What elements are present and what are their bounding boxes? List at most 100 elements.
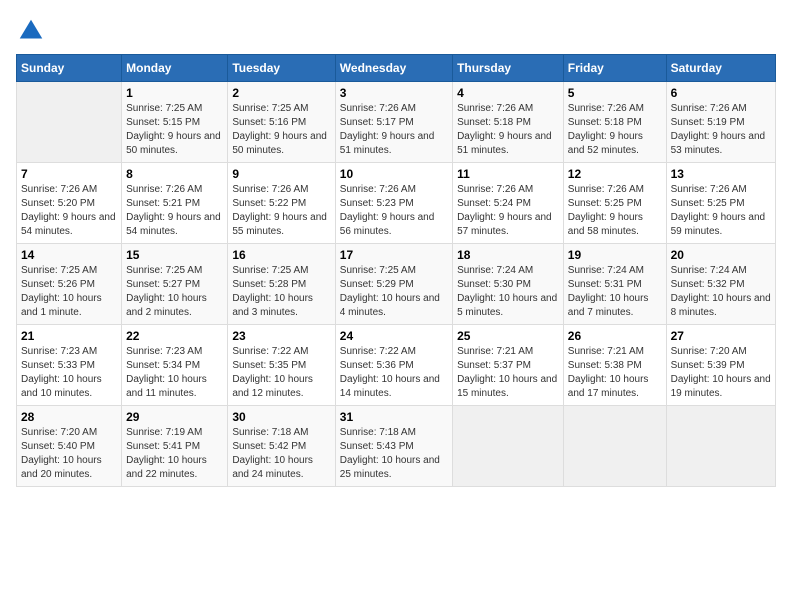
column-header-thursday: Thursday <box>453 55 564 82</box>
day-info: Sunrise: 7:26 AMSunset: 5:18 PMDaylight:… <box>568 103 644 156</box>
day-info: Sunrise: 7:26 AMSunset: 5:21 PMDaylight:… <box>126 184 221 237</box>
day-number: 18 <box>457 248 559 262</box>
day-info: Sunrise: 7:18 AMSunset: 5:42 PMDaylight:… <box>232 427 313 480</box>
column-header-saturday: Saturday <box>666 55 775 82</box>
day-number: 23 <box>232 329 330 343</box>
day-info: Sunrise: 7:25 AMSunset: 5:26 PMDaylight:… <box>21 265 102 318</box>
day-number: 19 <box>568 248 662 262</box>
day-cell: 29 Sunrise: 7:19 AMSunset: 5:41 PMDayligh… <box>122 406 228 487</box>
day-number: 22 <box>126 329 223 343</box>
day-number: 27 <box>671 329 771 343</box>
day-info: Sunrise: 7:24 AMSunset: 5:30 PMDaylight:… <box>457 265 557 318</box>
day-info: Sunrise: 7:25 AMSunset: 5:28 PMDaylight:… <box>232 265 313 318</box>
day-cell: 28 Sunrise: 7:20 AMSunset: 5:40 PMDayligh… <box>17 406 122 487</box>
day-cell: 17Sunrise: 7:25 AMSunset: 5:29 PMDayligh… <box>335 244 452 325</box>
day-cell: 22 Sunrise: 7:23 AMSunset: 5:34 PMDayligh… <box>122 325 228 406</box>
day-number: 6 <box>671 86 771 100</box>
day-cell: 30 Sunrise: 7:18 AMSunset: 5:42 PMDayligh… <box>228 406 335 487</box>
day-cell: 13 Sunrise: 7:26 AMSunset: 5:25 PMDayligh… <box>666 163 775 244</box>
day-info: Sunrise: 7:25 AMSunset: 5:15 PMDaylight:… <box>126 103 221 156</box>
column-header-sunday: Sunday <box>17 55 122 82</box>
day-info: Sunrise: 7:26 AMSunset: 5:25 PMDaylight:… <box>568 184 644 237</box>
page-header <box>16 16 776 46</box>
day-number: 11 <box>457 167 559 181</box>
day-number: 30 <box>232 410 330 424</box>
day-cell <box>17 82 122 163</box>
day-cell: 11Sunrise: 7:26 AMSunset: 5:24 PMDayligh… <box>453 163 564 244</box>
day-cell: 26 Sunrise: 7:21 AMSunset: 5:38 PMDayligh… <box>563 325 666 406</box>
day-cell: 12 Sunrise: 7:26 AMSunset: 5:25 PMDayligh… <box>563 163 666 244</box>
day-info: Sunrise: 7:23 AMSunset: 5:33 PMDaylight:… <box>21 346 102 399</box>
day-cell: 15 Sunrise: 7:25 AMSunset: 5:27 PMDayligh… <box>122 244 228 325</box>
day-cell: 18 Sunrise: 7:24 AMSunset: 5:30 PMDayligh… <box>453 244 564 325</box>
day-info: Sunrise: 7:26 AMSunset: 5:23 PMDaylight:… <box>340 184 435 237</box>
day-number: 2 <box>232 86 330 100</box>
day-info: Sunrise: 7:19 AMSunset: 5:41 PMDaylight:… <box>126 427 207 480</box>
logo <box>16 16 50 46</box>
day-info: Sunrise: 7:20 AMSunset: 5:40 PMDaylight:… <box>21 427 102 480</box>
column-header-tuesday: Tuesday <box>228 55 335 82</box>
day-info: Sunrise: 7:21 AMSunset: 5:38 PMDaylight:… <box>568 346 649 399</box>
day-cell: 14 Sunrise: 7:25 AMSunset: 5:26 PMDayligh… <box>17 244 122 325</box>
day-info: Sunrise: 7:20 AMSunset: 5:39 PMDaylight:… <box>671 346 771 399</box>
day-info: Sunrise: 7:18 AMSunset: 5:43 PMDaylight:… <box>340 427 440 480</box>
day-cell: 4 Sunrise: 7:26 AMSunset: 5:18 PMDaylight… <box>453 82 564 163</box>
day-number: 7 <box>21 167 117 181</box>
day-info: Sunrise: 7:26 AMSunset: 5:20 PMDaylight:… <box>21 184 116 237</box>
day-cell: 24Sunrise: 7:22 AMSunset: 5:36 PMDayligh… <box>335 325 452 406</box>
day-info: Sunrise: 7:23 AMSunset: 5:34 PMDaylight:… <box>126 346 207 399</box>
day-cell: 6 Sunrise: 7:26 AMSunset: 5:19 PMDaylight… <box>666 82 775 163</box>
day-info: Sunrise: 7:21 AMSunset: 5:37 PMDaylight:… <box>457 346 557 399</box>
day-cell: 21 Sunrise: 7:23 AMSunset: 5:33 PMDayligh… <box>17 325 122 406</box>
day-number: 15 <box>126 248 223 262</box>
day-cell: 9Sunrise: 7:26 AMSunset: 5:22 PMDaylight… <box>228 163 335 244</box>
day-cell <box>563 406 666 487</box>
day-cell: 3Sunrise: 7:26 AMSunset: 5:17 PMDaylight… <box>335 82 452 163</box>
week-row-3: 14 Sunrise: 7:25 AMSunset: 5:26 PMDayligh… <box>17 244 776 325</box>
day-info: Sunrise: 7:26 AMSunset: 5:17 PMDaylight:… <box>340 103 435 156</box>
day-info: Sunrise: 7:26 AMSunset: 5:19 PMDaylight:… <box>671 103 766 156</box>
day-number: 29 <box>126 410 223 424</box>
day-cell: 2 Sunrise: 7:25 AMSunset: 5:16 PMDaylight… <box>228 82 335 163</box>
day-info: Sunrise: 7:25 AMSunset: 5:27 PMDaylight:… <box>126 265 207 318</box>
day-cell: 25Sunrise: 7:21 AMSunset: 5:37 PMDayligh… <box>453 325 564 406</box>
calendar-header-row: SundayMondayTuesdayWednesdayThursdayFrid… <box>17 55 776 82</box>
day-number: 12 <box>568 167 662 181</box>
column-header-friday: Friday <box>563 55 666 82</box>
day-number: 24 <box>340 329 448 343</box>
day-info: Sunrise: 7:26 AMSunset: 5:22 PMDaylight:… <box>232 184 327 237</box>
day-number: 16 <box>232 248 330 262</box>
week-row-1: 1 Sunrise: 7:25 AMSunset: 5:15 PMDaylight… <box>17 82 776 163</box>
day-number: 4 <box>457 86 559 100</box>
day-cell <box>666 406 775 487</box>
week-row-4: 21 Sunrise: 7:23 AMSunset: 5:33 PMDayligh… <box>17 325 776 406</box>
week-row-5: 28 Sunrise: 7:20 AMSunset: 5:40 PMDayligh… <box>17 406 776 487</box>
day-number: 10 <box>340 167 448 181</box>
day-number: 21 <box>21 329 117 343</box>
day-cell: 23Sunrise: 7:22 AMSunset: 5:35 PMDayligh… <box>228 325 335 406</box>
day-cell: 10 Sunrise: 7:26 AMSunset: 5:23 PMDayligh… <box>335 163 452 244</box>
day-cell: 5 Sunrise: 7:26 AMSunset: 5:18 PMDaylight… <box>563 82 666 163</box>
day-info: Sunrise: 7:25 AMSunset: 5:16 PMDaylight:… <box>232 103 327 156</box>
day-number: 26 <box>568 329 662 343</box>
calendar-table: SundayMondayTuesdayWednesdayThursdayFrid… <box>16 54 776 487</box>
day-info: Sunrise: 7:26 AMSunset: 5:18 PMDaylight:… <box>457 103 552 156</box>
day-cell: 1 Sunrise: 7:25 AMSunset: 5:15 PMDaylight… <box>122 82 228 163</box>
day-info: Sunrise: 7:24 AMSunset: 5:32 PMDaylight:… <box>671 265 771 318</box>
day-number: 14 <box>21 248 117 262</box>
day-number: 1 <box>126 86 223 100</box>
day-number: 28 <box>21 410 117 424</box>
day-cell: 27 Sunrise: 7:20 AMSunset: 5:39 PMDayligh… <box>666 325 775 406</box>
day-cell: 31Sunrise: 7:18 AMSunset: 5:43 PMDayligh… <box>335 406 452 487</box>
day-info: Sunrise: 7:24 AMSunset: 5:31 PMDaylight:… <box>568 265 649 318</box>
day-number: 20 <box>671 248 771 262</box>
day-number: 13 <box>671 167 771 181</box>
day-info: Sunrise: 7:25 AMSunset: 5:29 PMDaylight:… <box>340 265 440 318</box>
day-number: 8 <box>126 167 223 181</box>
day-cell: 19 Sunrise: 7:24 AMSunset: 5:31 PMDayligh… <box>563 244 666 325</box>
day-cell: 8 Sunrise: 7:26 AMSunset: 5:21 PMDaylight… <box>122 163 228 244</box>
day-cell: 7 Sunrise: 7:26 AMSunset: 5:20 PMDaylight… <box>17 163 122 244</box>
day-info: Sunrise: 7:26 AMSunset: 5:25 PMDaylight:… <box>671 184 766 237</box>
day-cell: 16 Sunrise: 7:25 AMSunset: 5:28 PMDayligh… <box>228 244 335 325</box>
day-number: 5 <box>568 86 662 100</box>
